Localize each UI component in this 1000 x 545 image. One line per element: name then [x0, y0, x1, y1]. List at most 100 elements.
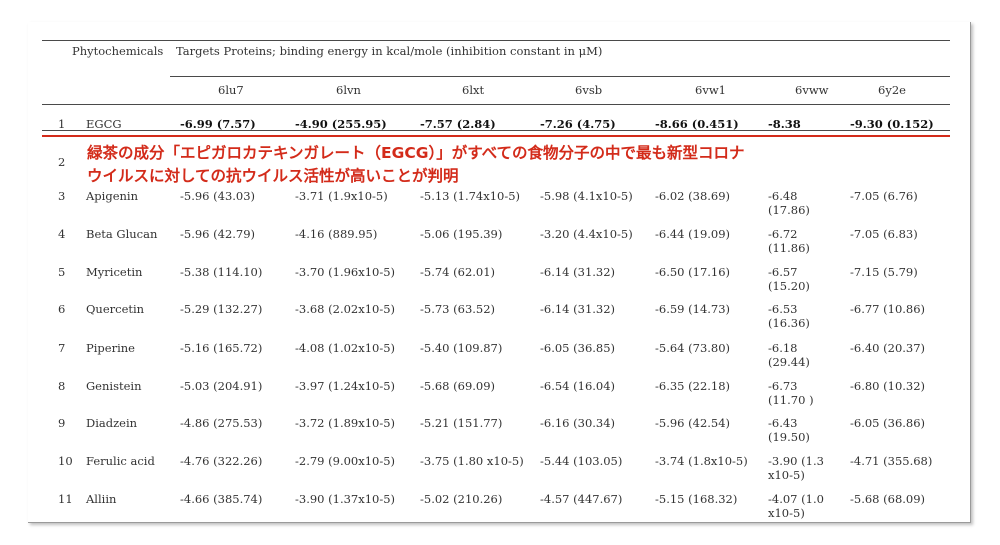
column-header: 6lu7 [218, 83, 244, 97]
table-cell: -8.66 (0.451) [655, 117, 739, 131]
phytochemical-name: Quercetin [86, 302, 145, 316]
row-number: 5 [58, 265, 66, 279]
table-cell: -5.02 (210.26) [420, 492, 503, 506]
column-header: 6y2e [878, 83, 906, 97]
table-cell: -5.38 (114.10) [180, 265, 263, 279]
table-cell: -6.35 (22.18) [655, 379, 731, 393]
table-cell: -5.15 (168.32) [655, 492, 738, 506]
table-cell: -5.68 (69.09) [420, 379, 496, 393]
table-cell: -9.30 (0.152) [850, 117, 934, 131]
column-header: 6lxt [462, 83, 485, 97]
phytochemical-name: Diadzein [86, 416, 138, 430]
row-number: 4 [58, 227, 66, 241]
column-header: 6vsb [575, 83, 603, 97]
column-header: 6vw1 [695, 83, 726, 97]
table-cell: -3.74 (1.8x10-5) [655, 454, 748, 468]
table-cell: -6.44 (19.09) [655, 227, 731, 241]
column-header-rule [170, 76, 950, 77]
table-cell: -6.53 (16.36) [768, 302, 810, 330]
table-cell: -3.70 (1.96x10-5) [295, 265, 396, 279]
overlay-line-2: ウイルスに対しての抗ウイルス活性が高いことが判明 [87, 165, 607, 187]
row-number: 8 [58, 379, 66, 393]
phytochemical-name: Beta Glucan [86, 227, 158, 241]
table-cell: -6.14 (31.32) [540, 265, 616, 279]
table-cell: -4.86 (275.53) [180, 416, 263, 430]
table-cell: -6.05 (36.85) [540, 341, 616, 355]
targets-header: Targets Proteins; binding energy in kcal… [176, 44, 603, 58]
table-cell: -5.16 (165.72) [180, 341, 263, 355]
table-cell: -6.57 (15.20) [768, 265, 810, 293]
table-cell: -5.98 (4.1x10-5) [540, 189, 633, 203]
row-number: 2 [58, 155, 66, 169]
table-cell: -7.05 (6.76) [850, 189, 918, 203]
table-cell: -4.90 (255.95) [295, 117, 387, 131]
table-cell: -6.99 (7.57) [180, 117, 256, 131]
table-cell: -6.73 (11.70 ) [768, 379, 814, 407]
row-number: 3 [58, 189, 66, 203]
table-cell: -7.57 (2.84) [420, 117, 496, 131]
table-cell: -3.75 (1.80 x10-5) [420, 454, 524, 468]
table-cell: -4.08 (1.02x10-5) [295, 341, 396, 355]
table-cell: -5.03 (204.91) [180, 379, 263, 393]
table-cell: -6.72 (11.86) [768, 227, 810, 255]
table-cell: -4.66 (385.74) [180, 492, 263, 506]
phytochemical-name: Alliin [86, 492, 117, 506]
row-number: 10 [58, 454, 73, 468]
table-cell: -4.16 (889.95) [295, 227, 378, 241]
row-number: 9 [58, 416, 66, 430]
column-header: 6vww [795, 83, 829, 97]
table-cell: -3.90 (1.3 x10-5) [768, 454, 824, 482]
table-cell: -7.05 (6.83) [850, 227, 918, 241]
table-cell: -4.71 (355.68) [850, 454, 933, 468]
table-cell: -7.26 (4.75) [540, 117, 616, 131]
table-cell: -6.18 (29.44) [768, 341, 810, 369]
egcg-rule [42, 130, 950, 131]
table-cell: -6.40 (20.37) [850, 341, 926, 355]
overlay-line-1: 緑茶の成分「エピガロカテキンガレート（EGCG）」がすべての食物分子の中で最も新… [87, 142, 967, 164]
table-cell: -3.68 (2.02x10-5) [295, 302, 396, 316]
table-cell: -6.48 (17.86) [768, 189, 810, 217]
table-cell: -5.96 (42.79) [180, 227, 256, 241]
phytochemical-name: EGCG [86, 117, 122, 131]
header-bottom-rule [42, 104, 950, 105]
top-rule [42, 40, 950, 41]
table-cell: -6.77 (10.86) [850, 302, 926, 316]
table-cell: -7.15 (5.79) [850, 265, 918, 279]
phytochemicals-header: Phytochemicals [72, 44, 164, 58]
table-cell: -2.79 (9.00x10-5) [295, 454, 396, 468]
row-number: 6 [58, 302, 66, 316]
table-cell: -5.96 (42.54) [655, 416, 731, 430]
table-cell: -4.76 (322.26) [180, 454, 263, 468]
phytochemical-name: Myricetin [86, 265, 143, 279]
table-cell: -5.40 (109.87) [420, 341, 503, 355]
row-number: 1 [58, 117, 66, 131]
table-cell: -6.54 (16.04) [540, 379, 616, 393]
table-cell: -3.72 (1.89x10-5) [295, 416, 396, 430]
table-cell: -6.50 (17.16) [655, 265, 731, 279]
row-number: 7 [58, 341, 66, 355]
table-cell: -6.14 (31.32) [540, 302, 616, 316]
table-cell: -5.68 (68.09) [850, 492, 926, 506]
table-cell: -6.05 (36.86) [850, 416, 926, 430]
table-cell: -5.21 (151.77) [420, 416, 503, 430]
table-cell: -8.38 [768, 117, 801, 131]
column-header: 6lvn [336, 83, 361, 97]
table-cell: -5.64 (73.80) [655, 341, 731, 355]
table-cell: -6.43 (19.50) [768, 416, 810, 444]
table-frame [28, 22, 971, 523]
table-cell: -5.73 (63.52) [420, 302, 496, 316]
table-cell: -5.44 (103.05) [540, 454, 623, 468]
table-cell: -5.06 (195.39) [420, 227, 503, 241]
table-cell: -3.71 (1.9x10-5) [295, 189, 388, 203]
phytochemical-name: Apigenin [86, 189, 139, 203]
table-cell: -5.29 (132.27) [180, 302, 263, 316]
table-cell: -6.02 (38.69) [655, 189, 731, 203]
table-cell: -6.59 (14.73) [655, 302, 731, 316]
phytochemical-name: Piperine [86, 341, 135, 355]
table-cell: -6.80 (10.32) [850, 379, 926, 393]
table-cell: -5.13 (1.74x10-5) [420, 189, 521, 203]
table-cell: -6.16 (30.34) [540, 416, 616, 430]
table-cell: -3.20 (4.4x10-5) [540, 227, 633, 241]
table-cell: -5.96 (43.03) [180, 189, 256, 203]
table-cell: -3.90 (1.37x10-5) [295, 492, 396, 506]
